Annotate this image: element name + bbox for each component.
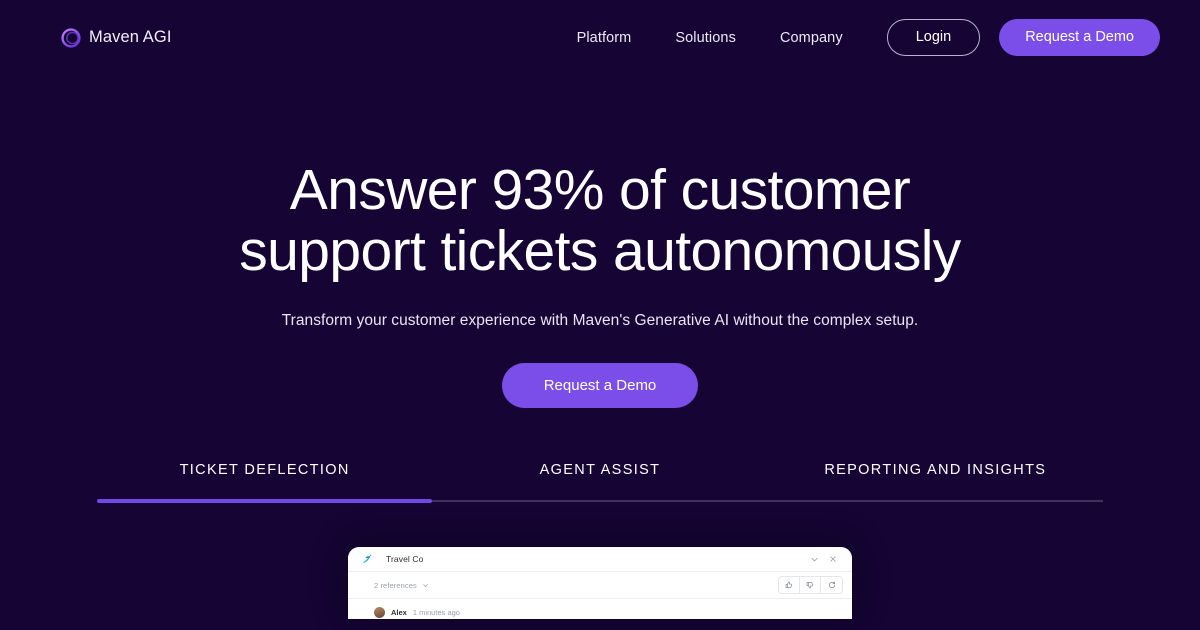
references-label: 2 references — [374, 580, 417, 590]
feature-tabs: TICKET DEFLECTION AGENT ASSIST REPORTING… — [0, 462, 1200, 503]
thumbs-down-button[interactable] — [800, 577, 821, 593]
references-toggle[interactable]: 2 references — [374, 581, 429, 590]
tabs-underline-track — [97, 499, 1103, 503]
brand-name: Maven AGI — [89, 28, 172, 46]
brand-logo[interactable]: Maven AGI — [60, 27, 172, 49]
thumbs-up-button[interactable] — [779, 577, 800, 593]
tabs-row: TICKET DEFLECTION AGENT ASSIST REPORTING… — [97, 462, 1103, 500]
tab-agent-assist[interactable]: AGENT ASSIST — [432, 462, 767, 500]
tab-ticket-deflection[interactable]: TICKET DEFLECTION — [97, 462, 432, 500]
site-header: Maven AGI Platform Solutions Company Log… — [0, 0, 1200, 75]
chat-widget-stage: Travel Co 2 references Alex 1 minutes ag… — [0, 547, 1200, 619]
thumbs-up-icon — [785, 581, 792, 588]
chat-widget: Travel Co 2 references Alex 1 minutes ag… — [348, 547, 852, 619]
refresh-icon — [828, 581, 835, 588]
hero-section: Answer 93% of customer support tickets a… — [0, 75, 1200, 408]
chat-message-meta: Alex 1 minutes ago — [348, 599, 852, 619]
nav-item-solutions[interactable]: Solutions — [675, 30, 736, 46]
nav-item-platform[interactable]: Platform — [577, 30, 632, 46]
chat-widget-references-row: 2 references — [348, 572, 852, 599]
nav-item-company[interactable]: Company — [780, 30, 843, 46]
thumbs-down-icon — [806, 582, 813, 589]
hero-title-line-1: Answer 93% of customer — [289, 158, 911, 222]
login-button[interactable]: Login — [886, 19, 981, 56]
message-author: Alex — [391, 608, 407, 617]
primary-nav: Platform Solutions Company — [577, 30, 843, 46]
request-demo-button-header[interactable]: Request a Demo — [999, 19, 1160, 56]
maven-ring-icon — [61, 27, 81, 48]
header-actions: Login Request a Demo — [886, 19, 1160, 56]
message-timestamp: 1 minutes ago — [412, 608, 460, 617]
chat-widget-collapse-button[interactable] — [807, 552, 822, 567]
hero-title-line-2: support tickets autonomously — [239, 219, 961, 283]
chat-widget-close-button[interactable] — [825, 552, 840, 567]
tabs-active-indicator — [97, 499, 433, 503]
hero-subtitle: Transform your customer experience with … — [281, 312, 919, 329]
avatar — [374, 607, 385, 618]
close-icon — [829, 556, 836, 562]
chevron-down-icon — [423, 583, 428, 587]
travel-co-icon — [363, 554, 372, 563]
hero-cta-container: Request a Demo — [0, 363, 1200, 408]
chat-widget-header: Travel Co — [348, 547, 852, 572]
request-demo-button-hero[interactable]: Request a Demo — [501, 363, 699, 408]
chat-widget-company-name: Travel Co — [386, 554, 424, 564]
chevron-down-icon — [811, 557, 818, 561]
feedback-button-group — [778, 576, 843, 594]
regenerate-button[interactable] — [821, 577, 842, 593]
tab-reporting-and-insights[interactable]: REPORTING AND INSIGHTS — [768, 462, 1103, 500]
page-title: Answer 93% of customer support tickets a… — [0, 160, 1200, 282]
